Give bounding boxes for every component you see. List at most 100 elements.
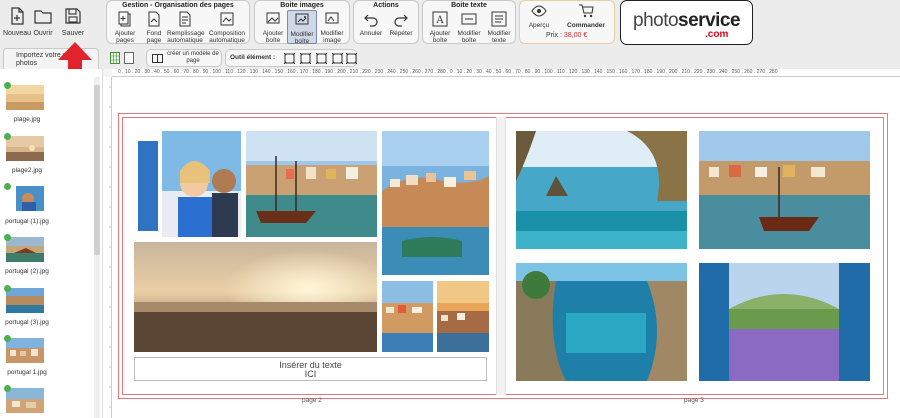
floppy-icon xyxy=(65,8,81,24)
single-view-icon[interactable] xyxy=(124,52,134,64)
cart-icon xyxy=(579,4,594,18)
add-text-box-button[interactable]: A Ajouter boîte xyxy=(425,10,455,44)
edit-text-box-icon xyxy=(461,13,477,25)
thumbnail[interactable] xyxy=(4,183,44,211)
photo-sunset-harbor xyxy=(437,281,489,352)
element-tool-box: Outil élément : xyxy=(225,49,357,67)
auto-fill-label: Remplissage automatique xyxy=(167,30,205,44)
auto-fill-button[interactable]: Remplissage automatique xyxy=(167,10,205,44)
photo-box[interactable] xyxy=(437,281,489,352)
thumbnail[interactable] xyxy=(4,82,44,110)
order-button[interactable]: Commander xyxy=(564,2,608,36)
app-window: Nouveau Ouvrir Sauver Gestion - Organisa… xyxy=(0,0,900,418)
align-tool-2-icon[interactable] xyxy=(300,53,311,64)
redo-label: Répéter xyxy=(389,30,413,37)
preview-button[interactable]: Aperçu xyxy=(524,2,554,36)
photo-box[interactable] xyxy=(134,242,377,352)
photo-sidebar: plage.jpg plage2.jpg portugal (1).jpg po… xyxy=(0,69,103,418)
price-value: 38,00 € xyxy=(563,32,588,39)
add-text-box-label: Ajouter boîte xyxy=(429,30,451,44)
page-background-button[interactable]: Fond page xyxy=(139,10,169,44)
svg-text:A: A xyxy=(435,15,444,26)
edit-text-box-button[interactable]: Modifier boîte xyxy=(454,10,484,44)
edit-text-button[interactable]: Modifier texte xyxy=(484,10,514,44)
price-display: Prix : 38,00 € xyxy=(546,32,587,39)
add-image-box-label: Ajouter boîte xyxy=(262,30,284,44)
thumbnail[interactable] xyxy=(4,385,44,413)
open-button[interactable]: Ouvrir xyxy=(28,5,58,45)
photo-porto-river xyxy=(699,131,870,249)
photo-harbor-village xyxy=(382,281,433,352)
add-pages-button[interactable]: Ajouter pages xyxy=(110,10,140,44)
photo-box[interactable] xyxy=(134,131,241,237)
page-spine xyxy=(496,117,506,395)
create-model-button[interactable]: créer un modèle de page xyxy=(146,49,222,67)
album-canvas[interactable]: Insérer du texte ICI page 2 page 3 xyxy=(112,77,900,418)
thumbnail[interactable] xyxy=(4,234,44,262)
actions-group-title: Actions xyxy=(373,2,399,9)
photo-box[interactable] xyxy=(382,131,489,275)
secondary-toolbar: créer un modèle de page Outil élément : xyxy=(0,47,900,69)
thumbnail-label: plage.jpg xyxy=(13,116,41,123)
align-tool-3-icon[interactable] xyxy=(316,53,327,64)
photo-blue-cove xyxy=(516,263,687,381)
photo-girl-santorini xyxy=(134,131,241,237)
checkmark-icon xyxy=(4,385,11,392)
photoservice-logo[interactable]: photoservice .com xyxy=(620,0,753,45)
add-image-box-button[interactable]: Ajouter boîte xyxy=(258,10,288,44)
photo-porto-boats xyxy=(246,131,377,237)
photo-cave-beach xyxy=(516,131,687,249)
auto-compose-button[interactable]: Composition automatique xyxy=(207,10,247,44)
edit-image-box-label: Modifier boîte xyxy=(290,31,314,45)
photo-box[interactable] xyxy=(382,281,433,352)
photo-box[interactable] xyxy=(699,131,870,249)
redo-button[interactable]: Répéter xyxy=(386,10,416,44)
thumbnail-label: portugal 1.jpg xyxy=(7,369,47,376)
gestion-group-title: Gestion - Organisation des pages xyxy=(122,2,234,9)
thumbnail-image xyxy=(6,85,44,110)
thumbnail-image xyxy=(6,237,44,262)
scrollbar-thumb[interactable] xyxy=(94,85,100,255)
logo-text-photo: photo xyxy=(633,10,679,31)
save-button[interactable]: Sauver xyxy=(58,5,88,45)
vertical-ruler xyxy=(103,77,112,418)
thumbnail-label: plage2.jpg xyxy=(12,167,42,174)
align-tool-4-icon[interactable] xyxy=(332,53,343,64)
edit-text-box-label: Modifier boîte xyxy=(457,30,481,44)
photo-box[interactable] xyxy=(246,131,377,237)
thumbnail-image xyxy=(6,136,44,161)
logo-text-com: .com xyxy=(705,29,729,40)
add-pages-icon xyxy=(118,11,131,27)
photo-sunset-beach xyxy=(134,242,377,352)
text-box-group: Boite texte A Ajouter boîte Modifier boî… xyxy=(422,0,516,44)
edit-image-box-button[interactable]: Modifier boîte xyxy=(287,10,317,45)
image-box-group-title: Boite images xyxy=(280,2,324,9)
thumbnail[interactable] xyxy=(4,335,44,363)
undo-icon xyxy=(364,14,378,27)
element-tool-label: Outil élément : xyxy=(230,54,276,61)
thumbnail-image xyxy=(6,388,44,413)
align-tool-5-icon[interactable] xyxy=(346,53,357,64)
create-model-label: créer un modèle de page xyxy=(167,51,219,64)
image-box-group: Boite images Ajouter boîte Modifier boît… xyxy=(254,0,350,45)
add-pages-label: Ajouter pages xyxy=(114,30,136,44)
thumbnail-image xyxy=(6,288,44,313)
edit-image-label: Modifier image xyxy=(320,30,344,44)
grid-view-icon[interactable] xyxy=(110,52,120,64)
thumbnail-image xyxy=(6,186,44,211)
text-box[interactable]: Insérer du texte ICI xyxy=(134,357,487,381)
page-left-label: page 2 xyxy=(302,397,322,404)
sidebar-scrollbar[interactable] xyxy=(94,77,100,418)
auto-fill-icon xyxy=(179,11,191,27)
photo-box[interactable] xyxy=(516,263,687,381)
undo-button[interactable]: Annuler xyxy=(356,10,386,44)
auto-compose-label: Composition automatique xyxy=(208,30,246,44)
open-label: Ouvrir xyxy=(33,30,53,37)
ruler-ticks: 0 . 10 . 20 . 30 . 40 . 50 . 60 . 70 . 8… xyxy=(118,69,778,75)
edit-image-button[interactable]: Modifier image xyxy=(317,10,347,44)
thumbnail[interactable] xyxy=(4,285,44,313)
photo-box[interactable] xyxy=(516,131,687,249)
align-tool-icon[interactable] xyxy=(284,53,295,64)
photo-box[interactable] xyxy=(699,263,870,381)
thumbnail[interactable] xyxy=(4,133,44,161)
